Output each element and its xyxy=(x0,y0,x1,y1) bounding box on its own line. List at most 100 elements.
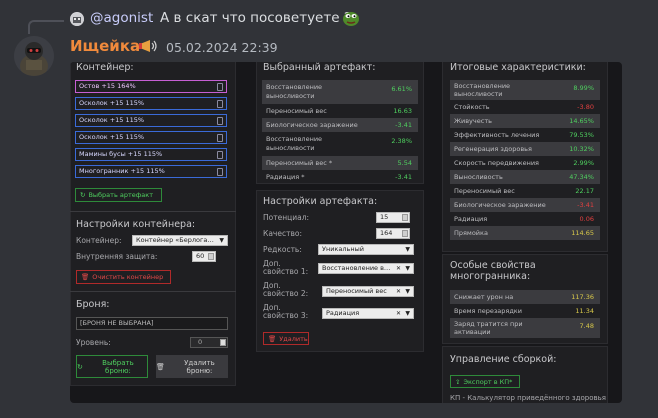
total-value: 2.99% xyxy=(573,159,594,167)
total-label: Эффективность лечения xyxy=(454,131,540,139)
copy-icon xyxy=(217,83,223,91)
trash-icon: 🗑 xyxy=(81,273,90,281)
slot-label: Мамины бусы +15 115% xyxy=(79,150,163,158)
total-row: Скорость передвижения 2.99% xyxy=(450,156,600,170)
total-label: Живучесть xyxy=(454,117,492,125)
screenshot-attachment[interactable]: Контейнер: Остов +15 164% Осколок +15 11… xyxy=(70,62,622,403)
close-icon: ✕ xyxy=(395,288,401,295)
stat-row: Радиация * -3.41 xyxy=(266,173,412,181)
total-row: Живучесть 14.65% xyxy=(450,114,600,128)
container-slot[interactable]: Многогранник +15 115% xyxy=(75,165,227,178)
total-value: 22.17 xyxy=(575,187,594,195)
slot-label: Осколок +15 115% xyxy=(79,99,145,107)
extra3-select[interactable]: Радиация ✕ ▼ xyxy=(322,308,414,319)
stat-row: Восстановление выносливости 6.61% xyxy=(262,80,418,104)
total-row: Переносимый вес 22.17 xyxy=(450,184,600,198)
username[interactable]: Ищейка xyxy=(70,37,140,55)
stat-row: Переносимый вес 16.63 xyxy=(266,107,412,115)
total-value: -3.41 xyxy=(577,201,594,209)
reply-connector xyxy=(28,20,64,34)
clear-container-button[interactable]: 🗑 Очистить контейнер xyxy=(76,270,171,284)
protection-input[interactable]: 60 xyxy=(192,251,216,262)
container-select[interactable]: Контейнер «Берлога… ▼ xyxy=(132,235,228,246)
reply-text[interactable]: А в скат что посоветуете ? xyxy=(160,10,351,26)
copy-icon xyxy=(217,168,223,176)
container-slot[interactable]: Осколок +15 115% xyxy=(75,131,227,144)
total-row: Радиация 0.06 xyxy=(450,212,600,226)
total-row: Биологическое заражение -3.41 xyxy=(450,198,600,212)
divider xyxy=(70,211,236,212)
select-artifact-button[interactable]: ↻ Выбрать артефакт xyxy=(75,188,162,202)
avatar[interactable] xyxy=(14,36,54,76)
special-row: Время перезарядки 11.34 xyxy=(454,307,594,315)
trash-icon: 🗑 xyxy=(156,362,165,371)
total-value: 0.06 xyxy=(579,215,594,223)
build-footnote: КП - Калькулятор приведённого здоровья xyxy=(450,394,606,402)
total-value: 79.53% xyxy=(569,131,594,139)
upload-icon: ⇪ xyxy=(455,377,461,386)
close-icon: ✕ xyxy=(395,310,401,317)
chevron-down-icon: ▼ xyxy=(219,237,224,244)
stat-row: Переносимый вес * 5.54 xyxy=(262,156,418,170)
container-label: Контейнер: xyxy=(76,236,122,245)
extra1-select[interactable]: Восстановление в… ✕ ▼ xyxy=(318,263,414,274)
container-slot[interactable]: Мамины бусы +15 115% xyxy=(75,148,227,161)
total-label: Регенерация здоровья xyxy=(454,145,532,153)
build-title: Управление сборкой: xyxy=(450,354,557,365)
stepper-icon xyxy=(208,253,214,260)
potential-label: Потенциал: xyxy=(263,213,310,222)
delete-armor-button[interactable]: 🗑 Удалить броню: xyxy=(156,355,228,378)
megaphone-icon xyxy=(138,38,160,54)
quality-input[interactable]: 164 xyxy=(376,228,410,239)
chevron-down-icon: ▼ xyxy=(405,265,410,272)
timestamp: 05.02.2024 22:39 xyxy=(166,40,278,55)
container-slot[interactable]: Осколок +15 115% xyxy=(75,114,227,127)
refresh-icon: ↻ xyxy=(80,191,86,199)
container-slot[interactable]: Осколок +15 115% xyxy=(75,97,227,110)
reply-avatar[interactable] xyxy=(70,12,84,26)
total-row: Прямойка 114.65 xyxy=(450,226,600,240)
select-armor-button[interactable]: ↻ Выбрать броню: xyxy=(76,355,148,378)
special-row: Заряд тратится при активации 7.48 xyxy=(450,318,600,338)
quality-label: Качество: xyxy=(263,229,302,238)
container-settings-title: Настройки контейнера: xyxy=(76,219,196,230)
pepe-emoji-icon xyxy=(342,9,360,27)
total-label: Восстановление выносливости xyxy=(454,82,511,98)
total-label: Стойкость xyxy=(454,103,490,111)
stepper-icon xyxy=(220,339,226,346)
stepper-icon xyxy=(402,230,408,237)
extra2-select[interactable]: Переносимый вес ✕ ▼ xyxy=(322,286,414,297)
total-value: 10.32% xyxy=(569,145,594,153)
chevron-down-icon: ▼ xyxy=(405,288,410,295)
total-row: Регенерация здоровья 10.32% xyxy=(450,142,600,156)
special-title: Особые свойства многогранника: xyxy=(450,260,536,282)
copy-icon xyxy=(217,100,223,108)
extra1-label: Доп. свойство 1: xyxy=(263,259,309,276)
armor-input[interactable]: [БРОНЯ НЕ ВЫБРАНА] xyxy=(76,317,228,330)
totals-title: Итоговые характеристики: xyxy=(450,62,586,73)
stat-row: Восстановление выносливости 2.38% xyxy=(266,135,412,152)
selected-artifact-title: Выбранный артефакт: xyxy=(263,62,376,73)
reply-username[interactable]: @agonist xyxy=(90,10,153,26)
delete-artifact-button[interactable]: 🗑 Удалить xyxy=(263,332,309,345)
artifact-settings-title: Настройки артефакта: xyxy=(263,196,378,207)
level-input[interactable]: 0 xyxy=(190,337,228,348)
rarity-select[interactable]: Уникальный ▼ xyxy=(318,244,414,255)
container-title: Контейнер: xyxy=(76,62,134,73)
total-value: 14.65% xyxy=(569,117,594,125)
potential-input[interactable]: 15 xyxy=(376,212,410,223)
extra2-label: Доп. свойство 2: xyxy=(263,281,309,298)
close-icon: ✕ xyxy=(395,265,401,272)
total-row: Эффективность лечения 79.53% xyxy=(450,128,600,142)
export-button[interactable]: ⇪ Экспорт в КП* xyxy=(450,375,520,388)
total-value: 47.34% xyxy=(569,173,594,181)
container-slot[interactable]: Остов +15 164% xyxy=(75,80,227,93)
total-value: 114.65 xyxy=(571,229,594,237)
total-label: Переносимый вес xyxy=(454,187,515,195)
total-label: Выносливость xyxy=(454,173,503,181)
slot-label: Осколок +15 115% xyxy=(79,116,145,124)
stepper-icon xyxy=(402,214,408,221)
total-row: Восстановление выносливости 8.99% xyxy=(450,80,600,100)
divider xyxy=(70,291,236,292)
chevron-down-icon: ▼ xyxy=(405,246,410,253)
